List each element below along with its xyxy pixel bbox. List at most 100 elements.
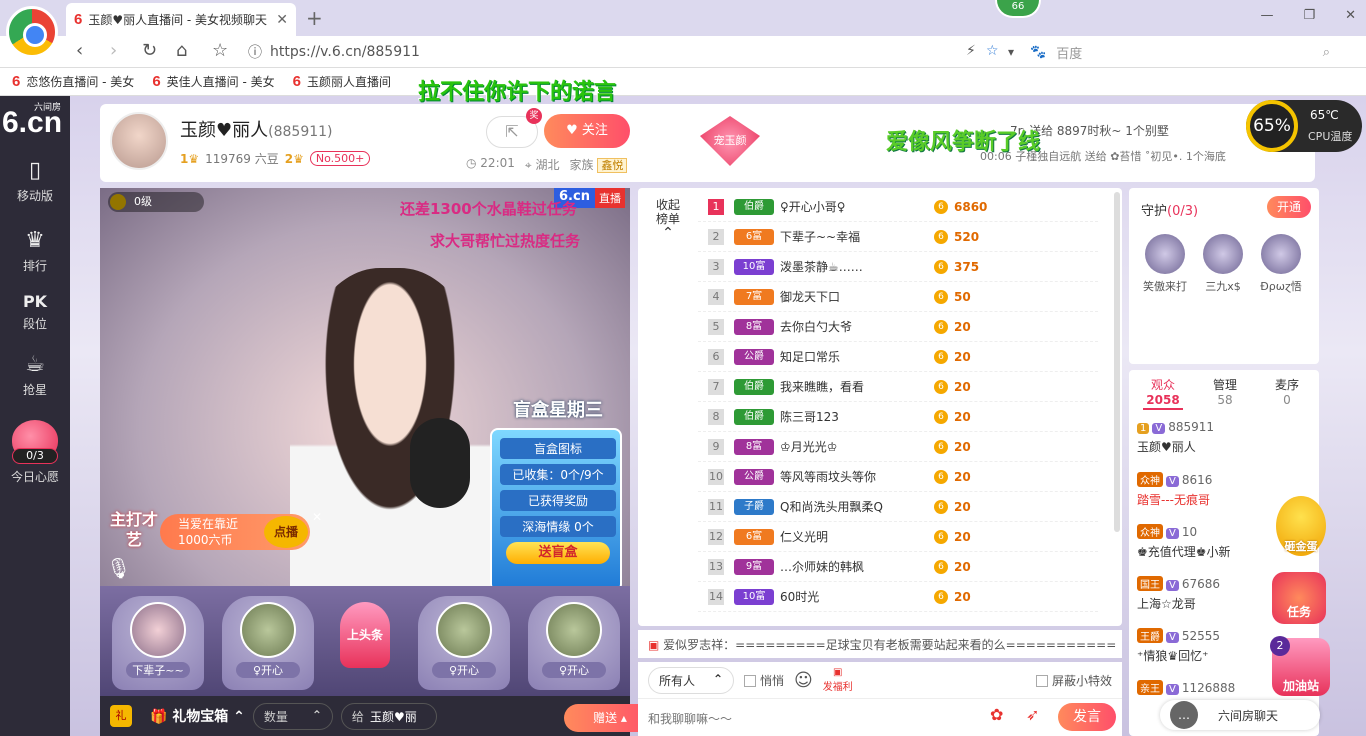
- fireworks-icon[interactable]: ✿: [990, 705, 1003, 724]
- open-guard-button[interactable]: 开通: [1267, 196, 1311, 218]
- desktop-lyric: 爱像风筝断了线: [886, 130, 1041, 155]
- search-engine-box[interactable]: 🐾 百度 ⌕: [1030, 40, 1330, 64]
- noble-badge: 6富: [734, 228, 774, 245]
- guard-title: 守护(0/3): [1141, 204, 1199, 219]
- welfare-button[interactable]: ▣ 发福利: [823, 667, 853, 693]
- heat-meter[interactable]: 0级: [108, 192, 204, 212]
- chat-input[interactable]: [648, 707, 968, 731]
- tab-admins[interactable]: 管理 58: [1195, 378, 1255, 408]
- ranking-row[interactable]: 3 10富 泼墨茶静☕…… 6 375: [698, 252, 1098, 282]
- send-message-button[interactable]: 发言: [1058, 703, 1116, 731]
- chat-target-select[interactable]: 所有人 ⌃: [648, 666, 734, 694]
- golden-egg-button[interactable]: 砸金蛋: [1276, 496, 1326, 556]
- back-icon[interactable]: ‹: [76, 40, 83, 61]
- ranking-row[interactable]: 6 公爵 知足口常乐 6 20: [698, 342, 1098, 372]
- headline-button[interactable]: 上头条: [340, 602, 390, 668]
- ranking-row[interactable]: 12 6富 仁义光明 6 20: [698, 522, 1098, 552]
- reload-icon[interactable]: ↻: [142, 40, 157, 61]
- gift-icon[interactable]: 礼: [110, 705, 132, 727]
- close-icon[interactable]: ✕: [312, 510, 322, 524]
- sidebar-item-tier[interactable]: PK 段位: [0, 292, 70, 332]
- send-blind-box-button[interactable]: 送盲盒: [506, 542, 610, 564]
- rocket-icon[interactable]: ➶: [1026, 705, 1039, 724]
- chat-window-button[interactable]: … 六间房聊天: [1160, 700, 1320, 730]
- bookmark-item[interactable]: 6 恋悠伤直播间 - 美女: [12, 73, 134, 90]
- restore-icon[interactable]: ❐: [1303, 8, 1315, 23]
- block-effects-toggle[interactable]: 屏蔽小特效: [1035, 672, 1112, 689]
- close-window-icon[interactable]: ✕: [1345, 8, 1356, 23]
- quantity-select[interactable]: 数量 ⌃: [252, 702, 333, 730]
- ranking-row[interactable]: 10 公爵 等风等雨坟头等你 6 20: [698, 462, 1098, 492]
- family[interactable]: 家族 鑫悦: [569, 156, 628, 173]
- pk-icon: PK: [22, 292, 48, 311]
- new-tab-icon[interactable]: +: [306, 6, 323, 30]
- url-field[interactable]: ⓘ https://v.6.cn/885911: [248, 40, 1008, 64]
- site-logo[interactable]: 六间房 6.cn: [2, 100, 68, 140]
- host-avatar[interactable]: [110, 112, 168, 170]
- search-icon[interactable]: ⌕: [1323, 45, 1330, 60]
- lightning-icon[interactable]: ⚡: [966, 43, 976, 59]
- ranking-row[interactable]: 8 伯爵 陈三哥123 6 20: [698, 402, 1098, 432]
- ranking-row[interactable]: 5 8富 去你白勺大爷 6 20: [698, 312, 1098, 342]
- audience-row[interactable]: 1 V 885911 玉颜♥丽人: [1137, 420, 1313, 455]
- collapse-ranking-button[interactable]: 收起 榜单 ⌃: [648, 198, 688, 240]
- ranking-row[interactable]: 14 10富 60时光 6 20: [698, 582, 1098, 612]
- guard-slot[interactable]: 三九x$: [1195, 234, 1251, 294]
- search-placeholder: 百度: [1056, 46, 1083, 62]
- bookmark-item[interactable]: 6 玉颜丽人直播间: [293, 73, 391, 90]
- noble-badge: 子爵: [734, 498, 774, 515]
- ranking-row[interactable]: 13 9富 …尒师妹的韩枫 6 20: [698, 552, 1098, 582]
- coin-icon: 6: [934, 289, 948, 304]
- emoji-icon[interactable]: ☺: [794, 670, 813, 691]
- ranking-value: 20: [954, 499, 971, 514]
- cpu-monitor-widget[interactable]: 65% 65℃ CPU温度: [1246, 100, 1362, 152]
- noble-badge: 8富: [734, 438, 774, 455]
- ranking-scrollbar[interactable]: [1114, 192, 1120, 532]
- ranking-row[interactable]: 4 7富 御龙天下口 6 50: [698, 282, 1098, 312]
- rank-pill[interactable]: No.500+: [309, 151, 371, 166]
- coin-icon: 6: [934, 559, 948, 574]
- favorite-star-icon[interactable]: ☆: [986, 43, 999, 59]
- coin-icon: 6: [934, 379, 948, 394]
- mic-icon[interactable]: 🎙: [106, 556, 131, 580]
- guard-slot[interactable]: Ɖρωɀ悟: [1253, 234, 1309, 294]
- task-button[interactable]: 任务: [1272, 572, 1326, 624]
- tab-mic-queue[interactable]: 麦序 0: [1257, 378, 1317, 408]
- guard-slot[interactable]: 笑傲来打: [1137, 234, 1193, 294]
- live-video[interactable]: 0级 6.cn 直播 还差1300个水晶鞋过任务 求大哥帮忙过热度任务 盲盒星期…: [100, 188, 630, 586]
- tab-audience[interactable]: 观众 2058: [1133, 378, 1193, 408]
- seat[interactable]: ♀开心: [528, 596, 620, 690]
- bookmark-item[interactable]: 6 英佳人直播间 - 美女: [152, 73, 274, 90]
- browser-tab[interactable]: 6 玉颜♥丽人直播间 - 美女视频聊天 ✕: [66, 3, 296, 36]
- ranking-value: 20: [954, 319, 971, 334]
- bookmark-star-icon[interactable]: ☆: [212, 40, 228, 61]
- ranking-row[interactable]: 2 6富 下辈子~~幸福 6 520: [698, 222, 1098, 252]
- host-stats: 1♛ 119769 六豆 2♛ No.500+: [180, 150, 371, 167]
- noble-badge: 公爵: [734, 348, 774, 365]
- seat[interactable]: 下辈子~~: [112, 596, 204, 690]
- ranking-row[interactable]: 9 8富 ♔月光光♔ 6 20: [698, 432, 1098, 462]
- blind-box-panel[interactable]: 盲盒星期三 盲盒图标 已收集：0个/9个 已获得奖励 深海情缘 0个 送盲盒: [490, 400, 622, 586]
- gift-box-label[interactable]: 🎁 礼物宝箱 ⌃: [150, 706, 245, 726]
- recipient-select[interactable]: 给玉颜♥丽: [340, 702, 437, 730]
- sidebar-item-mobile[interactable]: ▯ 移动版: [0, 158, 70, 204]
- sidebar-item-ranking[interactable]: ♛ 排行: [0, 228, 70, 274]
- rank-number: 14: [708, 588, 724, 605]
- seat[interactable]: ♀开心: [418, 596, 510, 690]
- user-tag: 亲王: [1137, 680, 1163, 695]
- minimize-icon[interactable]: —: [1260, 8, 1273, 23]
- sidebar-item-star[interactable]: ☕ 抢星: [0, 352, 70, 398]
- whisper-toggle[interactable]: 悄悄: [744, 672, 784, 689]
- ranking-user-name: Q和尚洗头用飘柔Q: [780, 500, 883, 514]
- request-song-button[interactable]: 点播: [264, 516, 308, 548]
- ranking-row[interactable]: 1 伯爵 ♀开心小哥♀ 6 6860: [698, 192, 1098, 222]
- home-icon[interactable]: ⌂: [176, 40, 187, 61]
- seat[interactable]: ♀开心: [222, 596, 314, 690]
- tab-close-icon[interactable]: ✕: [276, 12, 288, 28]
- ranking-row[interactable]: 7 伯爵 我来瞧瞧，看看 6 20: [698, 372, 1098, 402]
- rank-number: 3: [698, 258, 734, 275]
- follow-button[interactable]: ♥ 关注: [544, 114, 630, 148]
- dropdown-icon[interactable]: ▾: [1008, 45, 1014, 59]
- ranking-row[interactable]: 11 子爵 Q和尚洗头用飘柔Q 6 20: [698, 492, 1098, 522]
- forward-icon[interactable]: ›: [110, 40, 117, 61]
